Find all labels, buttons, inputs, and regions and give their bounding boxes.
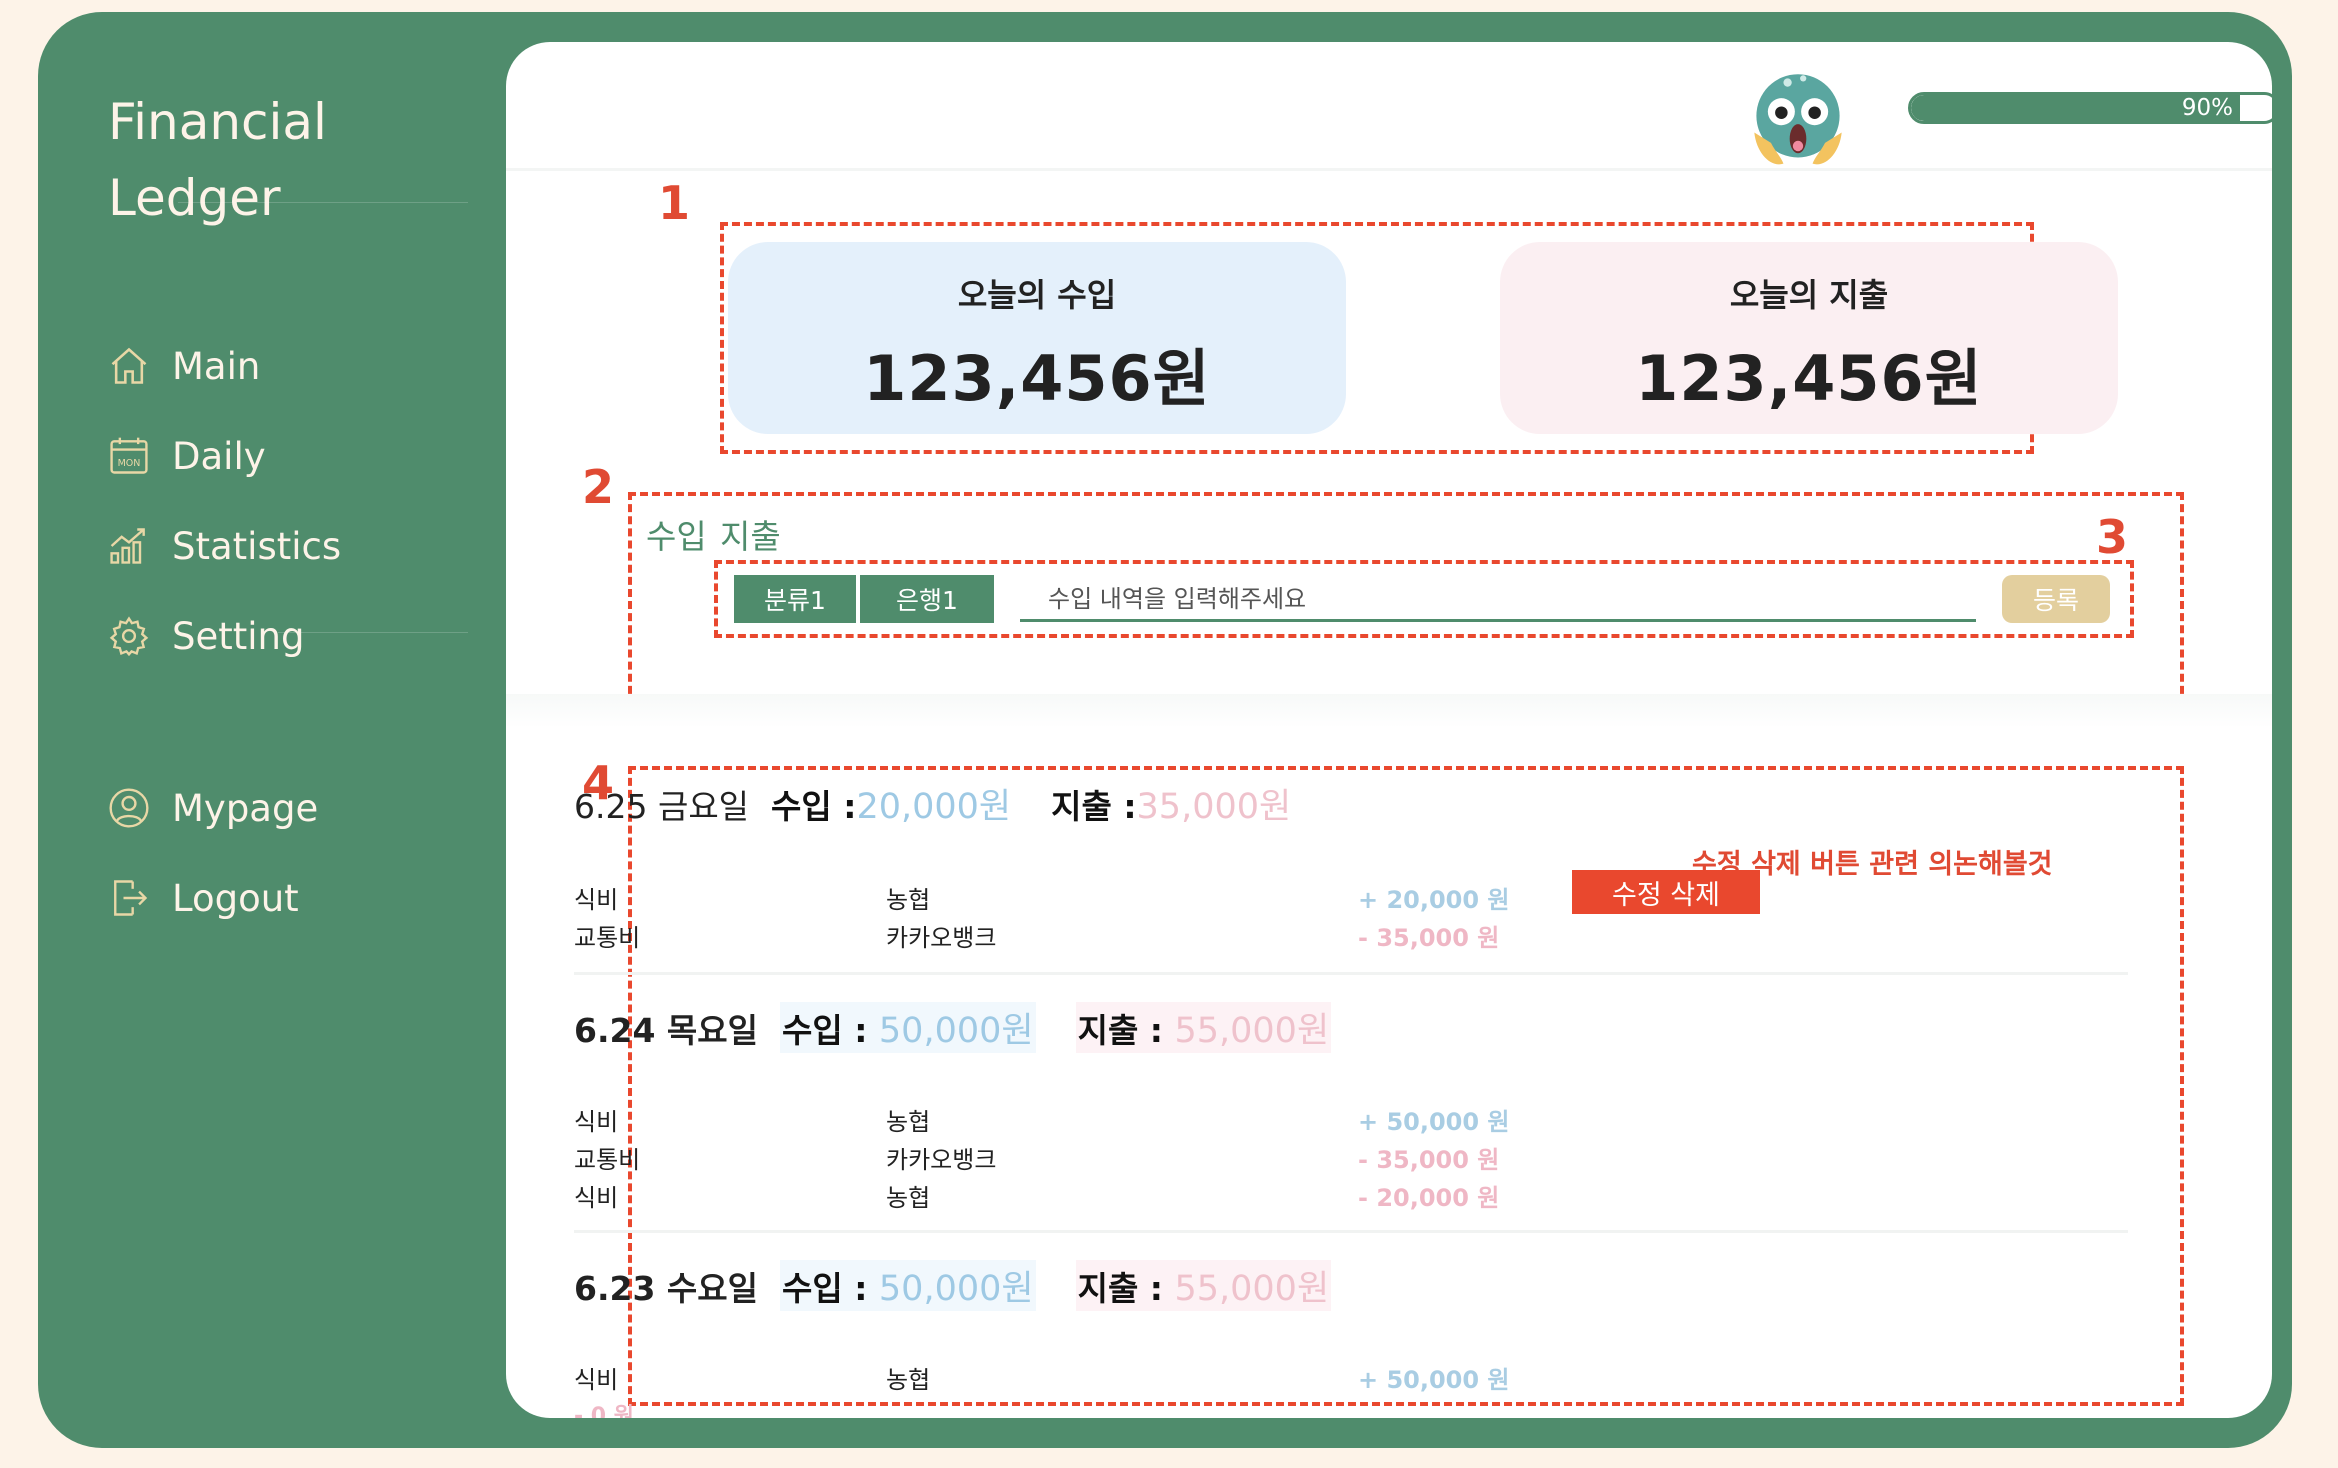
- day-expense-value: 55,000원: [1174, 1269, 1330, 1309]
- logout-icon: [106, 875, 152, 921]
- app-frame: Financial Ledger Main MON Daily Statisti…: [38, 12, 2292, 1448]
- day-expense-highlight: 지출 : 55,000원: [1075, 1002, 1332, 1053]
- brand-divider: [178, 202, 468, 203]
- list-item[interactable]: 식비 농협 + 50,000 원: [574, 1102, 1510, 1136]
- brand-logo: Financial Ledger: [108, 84, 327, 236]
- annotation-number-3: 3: [2096, 510, 2129, 564]
- item-amount: - 20,000 원: [1358, 1184, 1500, 1212]
- item-amount: - 35,000 원: [1358, 1146, 1500, 1174]
- sidebar-item-label: Logout: [172, 876, 299, 920]
- sidebar-item-label: Setting: [172, 614, 305, 658]
- sidebar-item-mypage[interactable]: Mypage: [106, 778, 318, 838]
- day-expense-value: 35,000원: [1136, 787, 1292, 827]
- day-expense-label: 지출 :: [1051, 787, 1137, 826]
- sidebar-item-label: Daily: [172, 434, 266, 478]
- sidebar-item-label: Statistics: [172, 524, 342, 568]
- day-expense-label: 지출 :: [1077, 1269, 1175, 1308]
- tab-expense[interactable]: 지출: [720, 510, 781, 558]
- item-category: 식비: [574, 1366, 619, 1394]
- day-expense-value: 55,000원: [1174, 1011, 1330, 1051]
- day-income-label: 수입 :: [782, 1269, 879, 1308]
- expense-card-title: 오늘의 지출: [1729, 276, 1889, 314]
- brand-line-1: Financial: [108, 93, 327, 151]
- day-expense-label: 지출 :: [1077, 1011, 1175, 1050]
- section-divider: [506, 694, 2272, 728]
- item-category: 교통비: [574, 1146, 641, 1174]
- brand-line-2: Ledger: [108, 169, 281, 227]
- item-amount: + 50,000 원: [1358, 1366, 1510, 1394]
- sidebar-item-setting[interactable]: Setting: [106, 606, 304, 666]
- expense-summary-card: 오늘의 지출 123,456원: [1500, 242, 2118, 434]
- cutoff-amount: - 0 원: [574, 1404, 634, 1418]
- sidebar-item-daily[interactable]: MON Daily: [106, 426, 266, 486]
- screaming-face-icon[interactable]: [1746, 68, 1850, 172]
- day-header: 6.23 수요일 수입 : 50,000원 지출 : 55,000원: [574, 1260, 1332, 1311]
- calendar-icon: MON: [106, 433, 152, 479]
- item-bank: 카카오뱅크: [886, 924, 997, 952]
- income-card-value: 123,456원: [863, 342, 1211, 415]
- sidebar-item-label: Main: [172, 344, 261, 388]
- income-summary-card: 오늘의 수입 123,456원: [728, 242, 1346, 434]
- day-income-value: 50,000원: [878, 1269, 1034, 1309]
- item-bank: 농협: [886, 1184, 931, 1212]
- annotation-number-2: 2: [582, 460, 615, 514]
- edit-delete-button[interactable]: 수정 삭제: [1572, 870, 1760, 914]
- item-bank: 농협: [886, 886, 931, 914]
- category-select[interactable]: 분류1: [734, 575, 856, 623]
- item-amount: + 50,000 원: [1358, 1108, 1510, 1136]
- day-date: 6.23 수요일: [574, 1269, 758, 1308]
- day-income-label: 수입 :: [782, 1011, 879, 1050]
- list-item[interactable]: 교통비 카카오뱅크 - 35,000 원: [574, 1140, 1499, 1174]
- register-button[interactable]: 등록: [2002, 575, 2110, 623]
- day-divider: [574, 972, 2128, 975]
- day-header: 6.25 금요일 수입 : 20,000원 지출 : 35,000원: [574, 778, 1291, 829]
- user-icon: [106, 785, 152, 831]
- annotation-number-1: 1: [658, 176, 691, 230]
- day-date: 6.25 금요일: [574, 787, 750, 826]
- item-category: 식비: [574, 1108, 619, 1136]
- main-panel: 90% 1 오늘의 수입 123,456원 오늘의 지출 123,456원 2 …: [506, 42, 2272, 1418]
- sidebar-item-main[interactable]: Main: [106, 336, 260, 396]
- list-item[interactable]: 교통비 카카오뱅크 - 35,000 원: [574, 918, 1499, 952]
- day-income-label: 수입 :: [771, 787, 857, 826]
- day-income-highlight: 수입 : 50,000원: [780, 1002, 1036, 1053]
- progress-bar: 90%: [1908, 92, 2272, 124]
- sidebar-item-logout[interactable]: Logout: [106, 868, 299, 928]
- item-bank: 농협: [886, 1366, 931, 1394]
- home-icon: [106, 343, 152, 389]
- day-date: 6.24 목요일: [574, 1011, 758, 1050]
- list-item[interactable]: 식비 농협 + 50,000 원: [574, 1360, 1510, 1394]
- progress-text: 90%: [2181, 95, 2233, 121]
- list-item[interactable]: 식비 농협 - 20,000 원: [574, 1178, 1499, 1212]
- bank-select[interactable]: 은행1: [860, 575, 994, 623]
- svg-text:MON: MON: [118, 458, 141, 469]
- item-category: 식비: [574, 1184, 619, 1212]
- item-category: 교통비: [574, 924, 641, 952]
- item-bank: 카카오뱅크: [886, 1146, 997, 1174]
- item-category: 식비: [574, 886, 619, 914]
- item-amount: - 35,000 원: [1358, 924, 1500, 952]
- day-income-value: 50,000원: [878, 1011, 1034, 1051]
- setting-divider: [278, 632, 468, 633]
- day-header: 6.24 목요일 수입 : 50,000원 지출 : 55,000원: [574, 1002, 1332, 1053]
- chart-icon: [106, 523, 152, 569]
- income-card-title: 오늘의 수입: [957, 276, 1117, 314]
- day-expense-highlight: 지출 : 55,000원: [1075, 1260, 1332, 1311]
- day-income-highlight: 수입 : 50,000원: [780, 1260, 1036, 1311]
- day-divider: [574, 1230, 2128, 1233]
- gear-icon: [106, 613, 152, 659]
- list-item[interactable]: 식비 농협 + 20,000 원: [574, 880, 1510, 914]
- day-income-value: 20,000원: [856, 787, 1012, 827]
- item-amount: + 20,000 원: [1358, 886, 1510, 914]
- tab-income[interactable]: 수입: [646, 510, 707, 558]
- entry-input[interactable]: [1020, 578, 1976, 622]
- sidebar-item-label: Mypage: [172, 786, 319, 830]
- sidebar-item-statistics[interactable]: Statistics: [106, 516, 341, 576]
- item-bank: 농협: [886, 1108, 931, 1136]
- expense-card-value: 123,456원: [1635, 342, 1983, 415]
- header-divider: [506, 168, 2272, 171]
